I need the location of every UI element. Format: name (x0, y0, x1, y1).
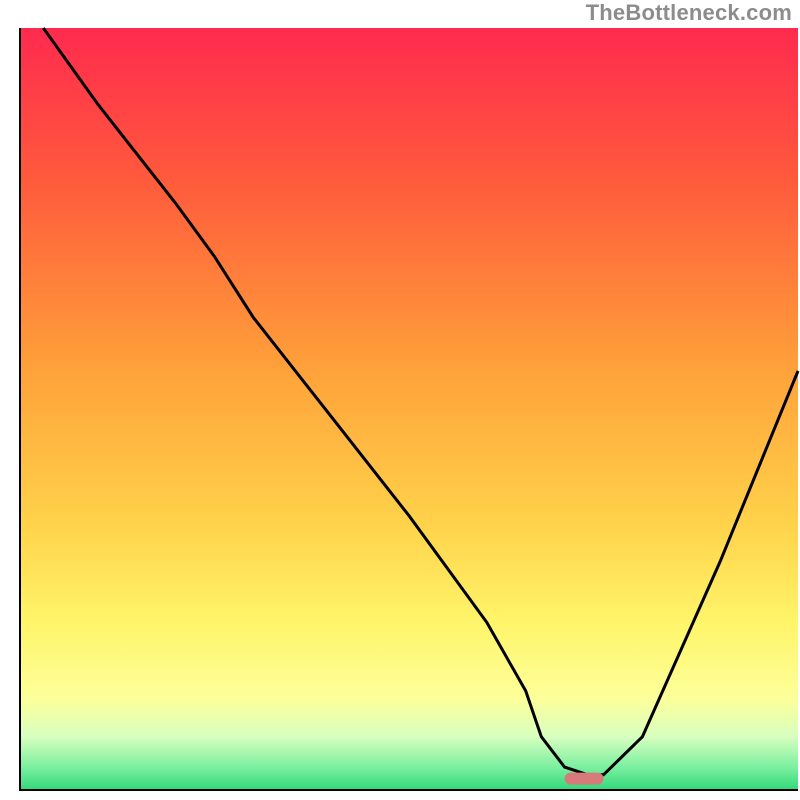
heat-background (20, 28, 798, 790)
watermark-text: TheBottleneck.com (586, 0, 792, 26)
bottleneck-chart: TheBottleneck.com (0, 0, 800, 800)
chart-svg (0, 0, 800, 800)
optimal-marker (565, 773, 604, 785)
